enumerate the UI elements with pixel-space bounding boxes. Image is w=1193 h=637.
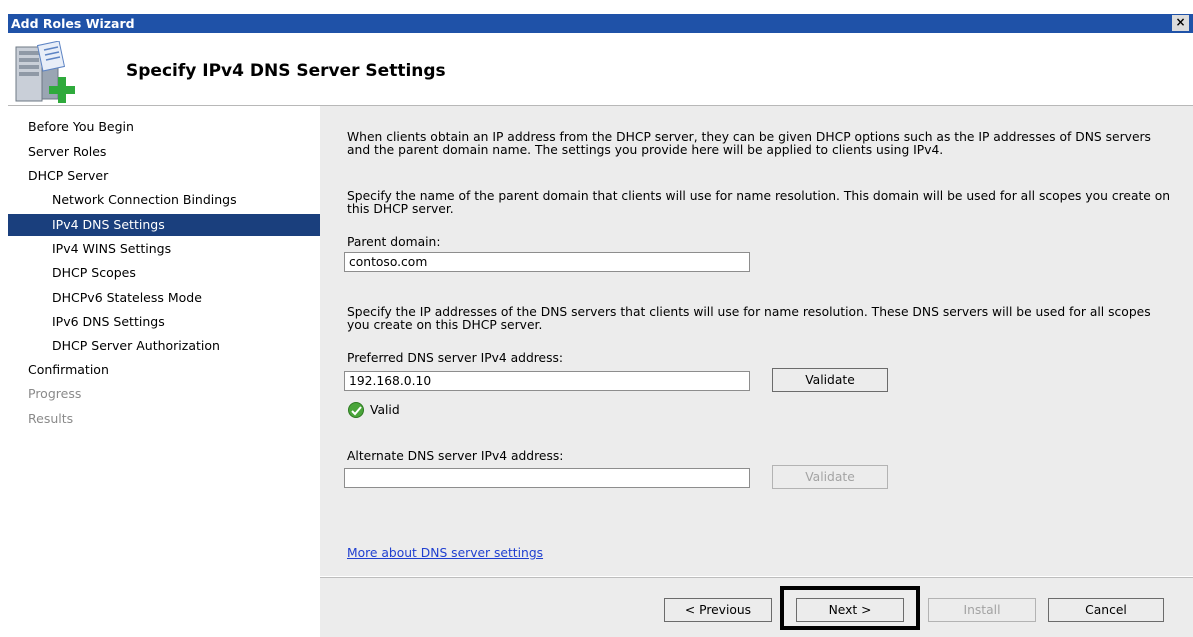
nav-item-confirmation[interactable]: Confirmation	[8, 359, 320, 381]
server-add-icon	[14, 40, 78, 105]
window-title: Add Roles Wizard	[11, 16, 135, 31]
parent-domain-input[interactable]: contoso.com	[344, 252, 750, 272]
close-button[interactable]: ×	[1172, 15, 1189, 31]
nav-item-ipv4-wins-settings[interactable]: IPv4 WINS Settings	[8, 238, 320, 260]
previous-button[interactable]: < Previous	[664, 598, 772, 622]
validate-preferred-button[interactable]: Validate	[772, 368, 888, 392]
nav-item-ipv6-dns-settings[interactable]: IPv6 DNS Settings	[8, 311, 320, 333]
next-highlight-box	[780, 586, 920, 630]
intro-text: When clients obtain an IP address from t…	[347, 130, 1151, 157]
domain-hint-text: Specify the name of the parent domain th…	[347, 189, 1171, 216]
wizard-footer: < Previous Next > Install Cancel	[320, 577, 1193, 637]
nav-item-server-roles[interactable]: Server Roles	[8, 141, 320, 163]
install-button: Install	[928, 598, 1036, 622]
valid-status-text: Valid	[370, 403, 400, 417]
nav-item-dhcp-server-authorization[interactable]: DHCP Server Authorization	[8, 335, 320, 357]
cancel-button[interactable]: Cancel	[1048, 598, 1164, 622]
nav-item-ipv4-dns-settings[interactable]: IPv4 DNS Settings	[8, 214, 320, 236]
more-dns-settings-link[interactable]: More about DNS server settings	[347, 546, 543, 560]
preferred-dns-label: Preferred DNS server IPv4 address:	[347, 351, 564, 365]
wizard-nav: Before You Begin Server Roles DHCP Serve…	[8, 106, 320, 637]
nav-item-dhcp-server[interactable]: DHCP Server	[8, 165, 320, 187]
alternate-dns-label: Alternate DNS server IPv4 address:	[347, 449, 564, 463]
alternate-dns-input[interactable]	[344, 468, 750, 488]
wizard-header: Specify IPv4 DNS Server Settings	[8, 33, 1193, 106]
nav-item-before-you-begin[interactable]: Before You Begin	[8, 116, 320, 138]
nav-item-progress: Progress	[28, 386, 82, 401]
nav-item-dhcpv6-stateless-mode[interactable]: DHCPv6 Stateless Mode	[8, 287, 320, 309]
nav-item-dhcp-scopes[interactable]: DHCP Scopes	[8, 262, 320, 284]
preferred-dns-input[interactable]: 192.168.0.10	[344, 371, 750, 391]
title-bar: Add Roles Wizard ×	[8, 14, 1193, 33]
valid-check-icon	[348, 402, 364, 418]
validate-alternate-button: Validate	[772, 465, 888, 489]
add-roles-wizard-window: Add Roles Wizard × Specify IPv4 DNS Serv…	[8, 0, 1193, 637]
dns-hint-text: Specify the IP addresses of the DNS serv…	[347, 305, 1151, 332]
nav-item-results: Results	[28, 411, 74, 426]
nav-item-network-connection-bindings[interactable]: Network Connection Bindings	[8, 189, 320, 211]
page-title: Specify IPv4 DNS Server Settings	[126, 61, 446, 81]
settings-panel: When clients obtain an IP address from t…	[320, 106, 1193, 576]
parent-domain-label: Parent domain:	[347, 235, 441, 249]
